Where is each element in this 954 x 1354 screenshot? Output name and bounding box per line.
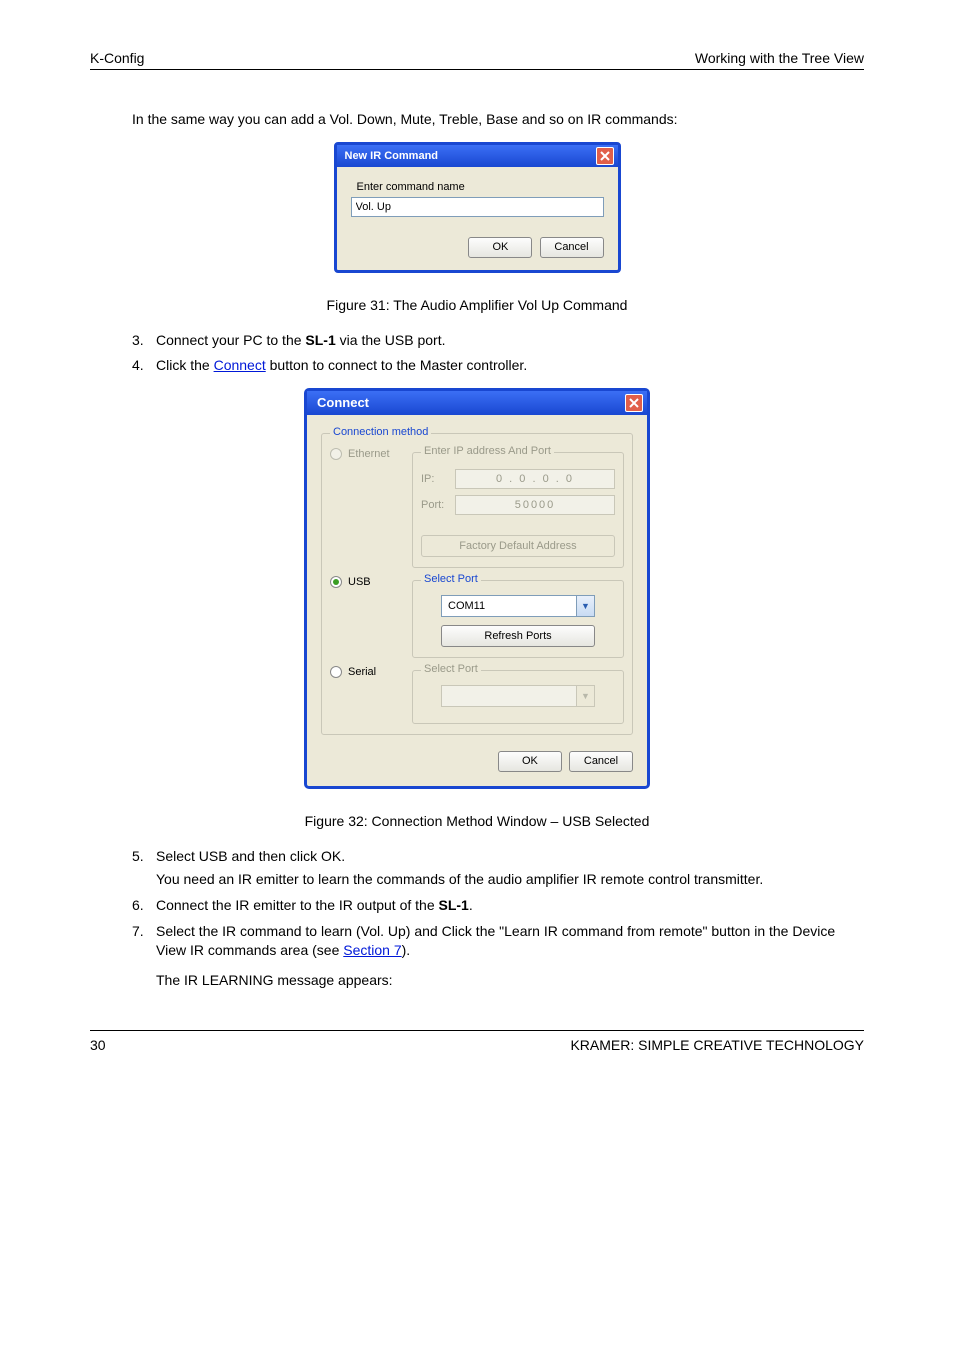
page-number: 30 <box>90 1037 106 1053</box>
port-input: 50000 <box>455 495 615 515</box>
dialog-titlebar: Connect <box>307 391 647 415</box>
ip-address-group: Enter IP address And Port IP: 0 . 0 . 0 … <box>412 452 624 568</box>
serial-port-combo: ▼ <box>441 685 595 707</box>
serial-radio[interactable]: Serial <box>330 666 412 678</box>
step-7: 7. Select the IR command to learn (Vol. … <box>132 922 864 961</box>
figure-32-caption: Figure 32: Connection Method Window – US… <box>90 813 864 829</box>
group-legend: Connection method <box>330 426 431 438</box>
ip-label: IP: <box>421 473 455 485</box>
ok-button[interactable]: OK <box>468 237 532 258</box>
header-left: K-Config <box>90 50 144 66</box>
close-icon[interactable] <box>625 394 643 412</box>
factory-default-button: Factory Default Address <box>421 535 615 557</box>
section-7-link[interactable]: Section 7 <box>343 942 401 958</box>
step-3: 3. Connect your PC to the SL-1 via the U… <box>132 331 864 351</box>
chevron-down-icon: ▼ <box>576 686 594 706</box>
usb-select-port-group: Select Port COM11 ▼ Refresh Ports <box>412 580 624 658</box>
port-label: Port: <box>421 499 455 511</box>
close-icon[interactable] <box>596 147 614 165</box>
usb-port-combo[interactable]: COM11 ▼ <box>441 595 595 617</box>
step-5: 5. Select USB and then click OK. You nee… <box>132 847 864 890</box>
footer-rule <box>90 1030 864 1031</box>
connect-link[interactable]: Connect <box>214 357 266 373</box>
usb-radio[interactable]: USB <box>330 576 412 588</box>
figure-31-caption: Figure 31: The Audio Amplifier Vol Up Co… <box>90 297 864 313</box>
cancel-button[interactable]: Cancel <box>540 237 604 258</box>
ethernet-radio: Ethernet <box>330 448 412 460</box>
ok-button[interactable]: OK <box>498 751 562 772</box>
radio-icon <box>330 666 342 678</box>
footer-brand: KRAMER: SIMPLE CREATIVE TECHNOLOGY <box>570 1037 864 1053</box>
serial-select-port-group: Select Port ▼ <box>412 670 624 724</box>
header-rule <box>90 69 864 70</box>
cancel-button[interactable]: Cancel <box>569 751 633 772</box>
ip-input: 0 . 0 . 0 . 0 <box>455 469 615 489</box>
command-name-input[interactable] <box>351 197 604 217</box>
dialog-title-text: New IR Command <box>345 150 439 162</box>
new-ir-command-dialog: New IR Command Enter command name OK Can… <box>334 142 621 273</box>
connect-dialog: Connect Connection method Ethernet <box>304 388 650 789</box>
command-name-label: Enter command name <box>357 181 604 193</box>
step-4: 4. Click the Connect button to connect t… <box>132 356 864 376</box>
refresh-ports-button[interactable]: Refresh Ports <box>441 625 595 647</box>
dialog-titlebar: New IR Command <box>337 145 618 167</box>
connection-method-group: Connection method Ethernet Enter IP addr… <box>321 433 633 735</box>
ir-learning-para: The IR LEARNING message appears: <box>156 971 864 991</box>
intro-text: In the same way you can add a Vol. Down,… <box>132 110 864 130</box>
chevron-down-icon: ▼ <box>576 596 594 616</box>
radio-icon <box>330 576 342 588</box>
step-6: 6. Connect the IR emitter to the IR outp… <box>132 896 864 916</box>
header-right: Working with the Tree View <box>695 50 864 66</box>
radio-icon <box>330 448 342 460</box>
dialog-title-text: Connect <box>317 395 369 410</box>
